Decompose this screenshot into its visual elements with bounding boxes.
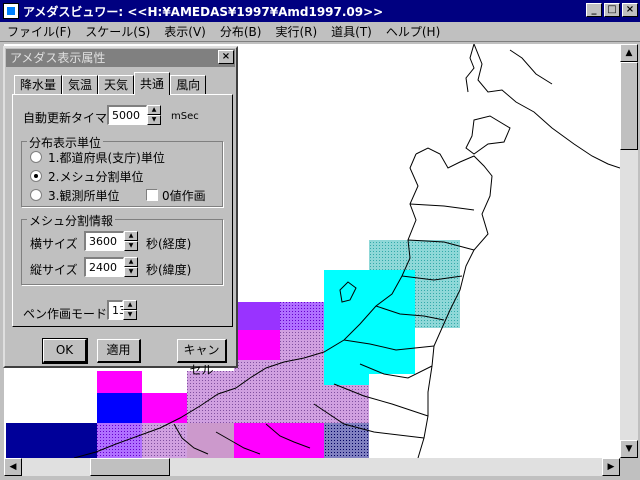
menu-file[interactable]: ファイル(F) (0, 23, 78, 40)
vertical-scroll-thumb[interactable] (620, 62, 638, 150)
mesh-cell (234, 423, 324, 458)
spin-up-icon[interactable]: ▲ (123, 300, 137, 310)
minimize-button[interactable]: _ (586, 3, 602, 17)
window-title: アメダスビュワー: <<H:¥AMEDAS¥1997¥Amd1997.09>> (23, 4, 384, 19)
spin-up-icon[interactable]: ▲ (124, 257, 138, 267)
dialog-title-bar: アメダス表示属性 (6, 49, 235, 67)
option-mesh-label: 2.メシュ分割単位 (48, 170, 144, 184)
mesh-cell (324, 385, 369, 423)
menu-view[interactable]: 表示(V) (157, 23, 213, 40)
scroll-corner (620, 458, 638, 476)
pen-mode-label: ペン作画モード (23, 307, 108, 321)
mesh-cell (97, 423, 142, 458)
spin-down-icon[interactable]: ▼ (124, 241, 138, 251)
mesh-height-value[interactable]: 2400 (84, 257, 124, 277)
mesh-cell (234, 330, 280, 360)
common-tab-panel: 自動更新タイマー 5000 ▲ ▼ mSec 分布表示単位 1.都道府県(支庁)単… (12, 94, 233, 327)
option-prefecture-label: 1.都道府県(支庁)単位 (48, 151, 165, 165)
zero-value-label: 0値作画 (162, 189, 206, 203)
dialog-title: アメダス表示属性 (10, 51, 106, 65)
pen-mode-spinner[interactable]: 13 ▲ ▼ (107, 300, 137, 320)
tab-strip: 降水量 気温 天気 共通 風向 (14, 72, 207, 95)
horizontal-scrollbar[interactable]: ◀ ▶ (4, 458, 620, 476)
spin-up-icon[interactable]: ▲ (124, 231, 138, 241)
mesh-cell (187, 393, 234, 423)
zero-value-checkbox[interactable] (146, 189, 158, 201)
app-icon (3, 3, 19, 19)
mesh-cell (324, 423, 369, 458)
mesh-width-label: 横サイズ (30, 237, 78, 251)
mesh-cell (324, 270, 415, 330)
horizontal-scroll-thumb[interactable] (90, 458, 170, 476)
scroll-up-icon[interactable]: ▲ (620, 44, 638, 62)
mesh-height-label: 縦サイズ (30, 263, 78, 277)
mesh-cell (142, 423, 187, 458)
ok-button[interactable]: OK (42, 338, 88, 364)
mesh-info-group: メシュ分割情報 横サイズ 3600 ▲ ▼ 秒(経度) 縦サイズ 2400 ▲ ▼ … (21, 212, 223, 285)
auto-update-label: 自動更新タイマー (23, 111, 120, 125)
distribution-unit-group: 分布表示単位 1.都道府県(支庁)単位 2.メシュ分割単位 3.観測所単位 0値… (21, 134, 223, 207)
tab-weather[interactable]: 天気 (98, 75, 135, 95)
hokkaido-coast (473, 44, 620, 169)
mesh-height-unit: 秒(緯度) (146, 263, 192, 277)
pen-mode-value[interactable]: 13 (107, 300, 126, 320)
hokkaido-west-coast (465, 44, 475, 93)
mesh-cell (234, 360, 324, 390)
radio-mesh[interactable] (30, 170, 42, 182)
mesh-cell (369, 330, 415, 374)
mesh-cell (324, 330, 369, 385)
mesh-cell (142, 393, 187, 423)
auto-update-unit: mSec (171, 111, 199, 122)
apply-button[interactable]: 適用 (97, 339, 141, 363)
menu-run[interactable]: 実行(R) (268, 23, 324, 40)
radio-station[interactable] (30, 189, 42, 201)
menu-scale[interactable]: スケール(S) (78, 23, 157, 40)
mesh-cell (234, 302, 280, 330)
mesh-cell (187, 423, 234, 458)
tab-common[interactable]: 共通 (134, 72, 171, 95)
mesh-cell (234, 390, 324, 423)
dialog-close-button[interactable]: × (218, 50, 234, 64)
mesh-width-spinner[interactable]: 3600 ▲ ▼ (84, 231, 138, 251)
display-properties-dialog: アメダス表示属性 × 降水量 気温 天気 共通 風向 自動更新タイマー 5000… (3, 46, 238, 377)
mesh-cell (6, 423, 97, 458)
spin-down-icon[interactable]: ▼ (124, 267, 138, 277)
cancel-button[interactable]: キャンセル (177, 339, 227, 377)
scroll-left-icon[interactable]: ◀ (4, 458, 22, 476)
mesh-cell (97, 393, 142, 423)
scroll-right-icon[interactable]: ▶ (602, 458, 620, 476)
tab-temperature[interactable]: 気温 (62, 75, 99, 95)
spin-down-icon[interactable]: ▼ (147, 115, 161, 125)
hokkaido-boundary (509, 49, 553, 85)
spin-down-icon[interactable]: ▼ (123, 310, 137, 320)
menu-tools[interactable]: 道具(T) (324, 23, 379, 40)
radio-prefecture[interactable] (30, 151, 42, 163)
option-station-label: 3.観測所単位 (48, 189, 120, 203)
maximize-button[interactable]: □ (604, 3, 620, 17)
shimokita-peninsula (465, 115, 511, 155)
tab-precipitation[interactable]: 降水量 (14, 75, 63, 95)
mesh-width-value[interactable]: 3600 (84, 231, 124, 251)
tab-wind-direction[interactable]: 風向 (170, 75, 207, 95)
mesh-height-spinner[interactable]: 2400 ▲ ▼ (84, 257, 138, 277)
vertical-scrollbar[interactable]: ▲ ▼ (620, 44, 638, 458)
auto-update-value[interactable]: 5000 (107, 105, 147, 125)
menu-help[interactable]: ヘルプ(H) (379, 23, 447, 40)
close-button[interactable]: × (622, 3, 638, 17)
scroll-down-icon[interactable]: ▼ (620, 440, 638, 458)
mesh-width-unit: 秒(経度) (146, 237, 192, 251)
mesh-cell (280, 302, 324, 330)
mesh-cell (280, 330, 324, 360)
mesh-cell (97, 371, 142, 393)
auto-update-spinner[interactable]: 5000 ▲ ▼ (107, 105, 161, 125)
menu-distribution[interactable]: 分布(B) (213, 23, 269, 40)
title-bar: アメダスビュワー: <<H:¥AMEDAS¥1997¥Amd1997.09>> … (0, 0, 640, 22)
mesh-cell (415, 284, 460, 328)
mesh-info-legend: メシュ分割情報 (27, 212, 116, 229)
spin-up-icon[interactable]: ▲ (147, 105, 161, 115)
menu-bar: ファイル(F) スケール(S) 表示(V) 分布(B) 実行(R) 道具(T) … (0, 22, 640, 42)
